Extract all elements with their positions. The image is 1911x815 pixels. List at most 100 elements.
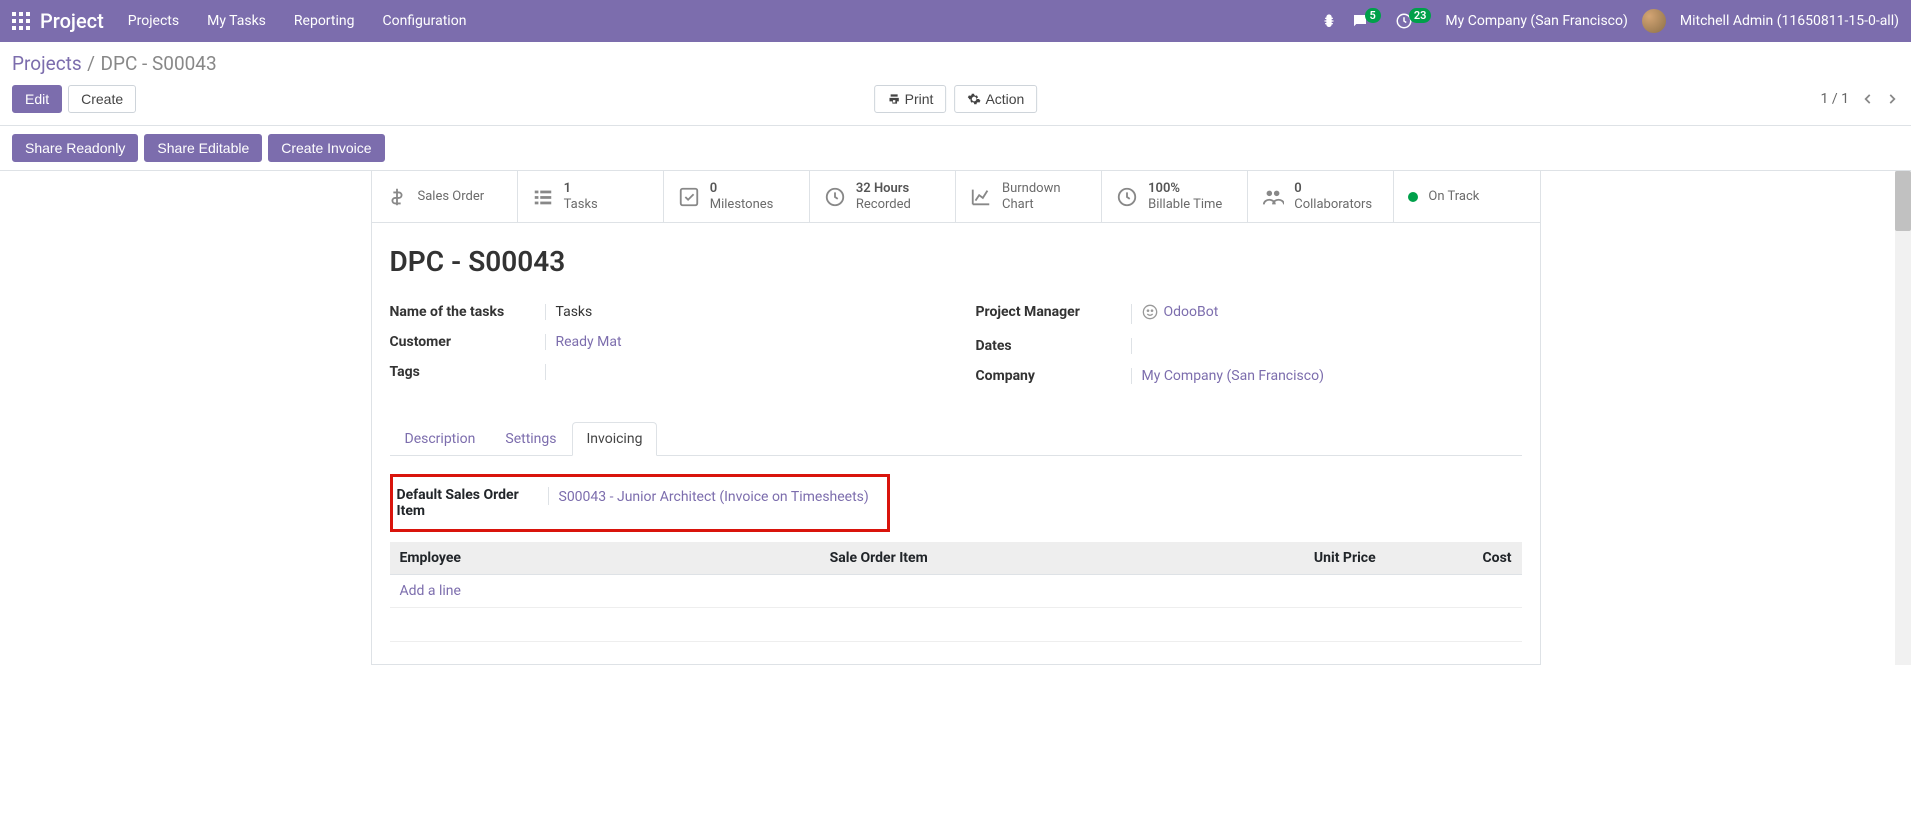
- fields-grid: Name of the tasks Tasks Customer Ready M…: [390, 304, 1522, 398]
- stat-billable-value: 100%: [1148, 181, 1222, 197]
- nav-links: Projects My Tasks Reporting Configuratio…: [128, 13, 467, 29]
- stat-milestones[interactable]: 0 Milestones: [664, 171, 810, 222]
- stat-milestones-value: 0: [710, 181, 774, 197]
- breadcrumb-current: DPC - S00043: [100, 52, 216, 75]
- status-dot-icon: [1408, 192, 1418, 202]
- th-cost: Cost: [1386, 542, 1522, 575]
- top-navbar: Project Projects My Tasks Reporting Conf…: [0, 0, 1911, 42]
- pm-name: OdooBot: [1164, 304, 1219, 320]
- share-readonly-button[interactable]: Share Readonly: [12, 134, 138, 162]
- nav-reporting[interactable]: Reporting: [294, 13, 355, 29]
- form-body: DPC - S00043 Name of the tasks Tasks Cus…: [372, 223, 1540, 664]
- avatar[interactable]: [1642, 9, 1666, 33]
- breadcrumb-parent[interactable]: Projects: [12, 52, 82, 75]
- user-menu[interactable]: Mitchell Admin (11650811-15-0-all): [1680, 13, 1899, 29]
- add-line-link[interactable]: Add a line: [390, 575, 820, 608]
- debug-icon[interactable]: [1321, 13, 1337, 29]
- stat-burndown[interactable]: Burndown Chart: [956, 171, 1102, 222]
- print-icon: [887, 92, 901, 106]
- app-brand[interactable]: Project: [40, 9, 104, 33]
- scrollbar-thumb[interactable]: [1895, 171, 1911, 231]
- stat-collaborators[interactable]: 0 Collaborators: [1248, 171, 1394, 222]
- stat-ontrack-label: On Track: [1428, 189, 1479, 205]
- default-soi-label: Default Sales Order Item: [393, 487, 548, 519]
- clock-icon-2: [1116, 186, 1138, 208]
- pager: 1 / 1: [1821, 91, 1899, 107]
- stat-billable[interactable]: 100% Billable Time: [1102, 171, 1248, 222]
- activity-badge: 23: [1409, 8, 1432, 23]
- tags-value: [545, 364, 936, 380]
- stat-collab-label: Collaborators: [1294, 197, 1372, 213]
- default-soi-value[interactable]: S00043 - Junior Architect (Invoice on Ti…: [548, 487, 879, 505]
- company-selector[interactable]: My Company (San Francisco): [1445, 13, 1627, 29]
- user-avatar-icon: [1142, 304, 1158, 320]
- page-title: DPC - S00043: [390, 245, 1522, 278]
- share-row: Share Readonly Share Editable Create Inv…: [0, 126, 1911, 171]
- dollar-icon: [386, 186, 408, 208]
- empty-row: [390, 608, 1522, 642]
- stat-collab-value: 0: [1294, 181, 1372, 197]
- tags-label: Tags: [390, 364, 545, 380]
- tab-settings[interactable]: Settings: [490, 422, 571, 456]
- create-invoice-button[interactable]: Create Invoice: [268, 134, 384, 162]
- customer-value[interactable]: Ready Mat: [545, 334, 936, 350]
- name-tasks-label: Name of the tasks: [390, 304, 545, 320]
- fields-col-right: Project Manager OdooBot Dates: [976, 304, 1522, 398]
- apps-icon[interactable]: [12, 12, 30, 30]
- stat-tasks[interactable]: 1 Tasks: [518, 171, 664, 222]
- nav-projects[interactable]: Projects: [128, 13, 179, 29]
- stat-tasks-value: 1: [564, 181, 598, 197]
- stat-hours-value: 32 Hours: [856, 181, 911, 197]
- invoicing-table: Employee Sale Order Item Unit Price Cost…: [390, 542, 1522, 642]
- form-sheet: Sales Order 1 Tasks 0 Milestones: [371, 171, 1541, 665]
- stat-milestones-label: Milestones: [710, 197, 774, 213]
- stat-billable-label: Billable Time: [1148, 197, 1222, 213]
- breadcrumb-sep: /: [87, 52, 95, 75]
- clock-icon: [824, 186, 846, 208]
- action-label: Action: [985, 91, 1024, 107]
- chart-icon: [970, 186, 992, 208]
- stat-hours[interactable]: 32 Hours Recorded: [810, 171, 956, 222]
- stat-sales-order-label: Sales Order: [418, 189, 485, 205]
- nav-right: 5 23 My Company (San Francisco) Mitchell…: [1321, 9, 1899, 33]
- users-icon: [1262, 186, 1284, 208]
- th-unit-price: Unit Price: [1250, 542, 1386, 575]
- breadcrumb: Projects / DPC - S00043: [0, 42, 1911, 79]
- pm-label: Project Manager: [976, 304, 1131, 324]
- print-button[interactable]: Print: [874, 85, 947, 113]
- nav-configuration[interactable]: Configuration: [382, 13, 466, 29]
- company-value[interactable]: My Company (San Francisco): [1131, 368, 1522, 384]
- pager-count: 1 / 1: [1821, 91, 1849, 107]
- fields-col-left: Name of the tasks Tasks Customer Ready M…: [390, 304, 936, 398]
- stat-burndown-label: Burndown Chart: [1002, 181, 1087, 212]
- stat-buttons: Sales Order 1 Tasks 0 Milestones: [372, 171, 1540, 223]
- pager-prev-icon[interactable]: [1861, 92, 1875, 106]
- control-bar: Edit Create Print Action 1 / 1: [0, 79, 1911, 126]
- share-editable-button[interactable]: Share Editable: [144, 134, 262, 162]
- dates-label: Dates: [976, 338, 1131, 354]
- chat-badge: 5: [1365, 8, 1381, 23]
- main-wrapper: Sales Order 1 Tasks 0 Milestones: [0, 171, 1911, 665]
- stat-ontrack[interactable]: On Track: [1394, 171, 1539, 222]
- stat-sales-order[interactable]: Sales Order: [372, 171, 518, 222]
- invoicing-section: Default Sales Order Item S00043 - Junior…: [390, 456, 1522, 642]
- nav-my-tasks[interactable]: My Tasks: [207, 13, 266, 29]
- chat-icon[interactable]: 5: [1351, 12, 1381, 30]
- check-square-icon: [678, 186, 700, 208]
- scrollbar[interactable]: [1895, 171, 1911, 665]
- print-label: Print: [905, 91, 934, 107]
- default-soi-highlight: Default Sales Order Item S00043 - Junior…: [390, 474, 890, 532]
- pager-next-icon[interactable]: [1885, 92, 1899, 106]
- gear-icon: [967, 92, 981, 106]
- tab-description[interactable]: Description: [390, 422, 491, 456]
- stat-tasks-label: Tasks: [564, 197, 598, 213]
- action-button[interactable]: Action: [954, 85, 1037, 113]
- tabs: Description Settings Invoicing: [390, 422, 1522, 456]
- edit-button[interactable]: Edit: [12, 85, 62, 113]
- tasks-icon: [532, 186, 554, 208]
- customer-label: Customer: [390, 334, 545, 350]
- tab-invoicing[interactable]: Invoicing: [572, 422, 658, 456]
- create-button[interactable]: Create: [68, 85, 136, 113]
- pm-value[interactable]: OdooBot: [1131, 304, 1522, 324]
- activity-icon[interactable]: 23: [1395, 12, 1432, 30]
